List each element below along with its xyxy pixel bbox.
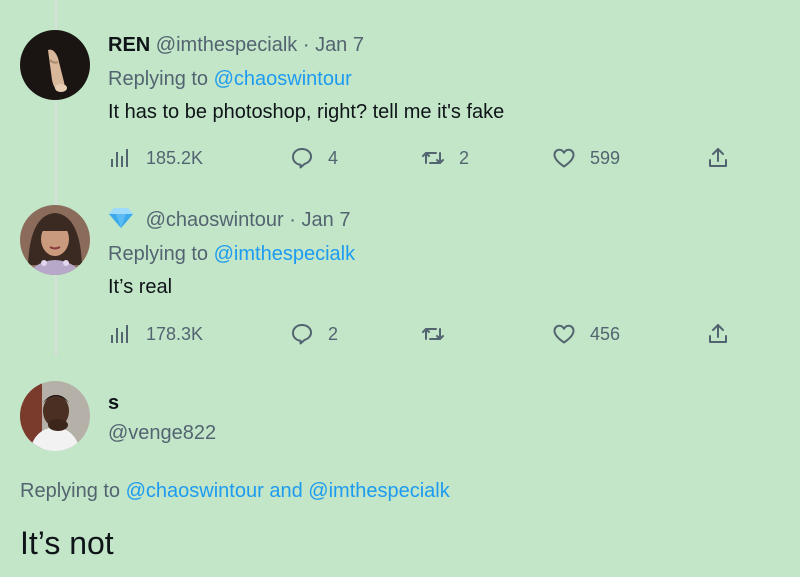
replying-to-label: Replying to bbox=[108, 68, 209, 90]
user-handle[interactable]: @imthespecialk bbox=[156, 34, 297, 56]
replying-to-link-2[interactable]: @imthespecialk bbox=[308, 480, 449, 502]
replying-to-line: Replying to @chaoswintour bbox=[108, 66, 770, 92]
retweet-button[interactable]: 2 bbox=[421, 143, 469, 173]
share-button[interactable] bbox=[706, 319, 730, 349]
retweet-icon bbox=[422, 328, 444, 340]
replying-to-and[interactable]: and bbox=[269, 480, 302, 502]
retweet-button[interactable] bbox=[421, 319, 459, 349]
tweet-text: It’s not bbox=[20, 525, 114, 561]
retweets-count: 2 bbox=[459, 147, 470, 168]
views-button[interactable]: 185.2K bbox=[108, 143, 203, 173]
replying-to-label: Replying to bbox=[108, 243, 209, 265]
avatar-ren[interactable] bbox=[20, 30, 90, 100]
like-button[interactable]: 456 bbox=[552, 319, 620, 349]
reply-icon bbox=[292, 324, 312, 345]
separator-dot: · bbox=[302, 34, 310, 56]
heart-icon bbox=[553, 324, 575, 344]
views-button[interactable]: 178.3K bbox=[108, 319, 203, 349]
reply-icon bbox=[292, 148, 312, 169]
display-name[interactable]: REN bbox=[108, 34, 150, 56]
tweet-text: It has to be photoshop, right? tell me i… bbox=[108, 101, 505, 123]
replying-to-line: Replying to @imthespecialk bbox=[108, 241, 770, 267]
views-count: 185.2K bbox=[146, 147, 204, 168]
tweet-actions: 178.3K 2 456 bbox=[108, 319, 738, 349]
tweet-actions: 185.2K 4 2 599 bbox=[108, 143, 738, 173]
user-handle[interactable]: @venge822 bbox=[108, 420, 770, 446]
replying-to-label: Replying to bbox=[20, 480, 121, 502]
retweet-icon bbox=[422, 152, 444, 164]
diamond-emoji-icon bbox=[109, 208, 133, 228]
user-handle[interactable]: @chaoswintour bbox=[146, 209, 284, 231]
replying-to-line: Replying to @chaoswintour and @imthespec… bbox=[20, 478, 450, 504]
replies-count: 2 bbox=[328, 323, 339, 344]
analytics-icon bbox=[111, 149, 128, 167]
tweet-header: @chaoswintour · Jan 7 bbox=[108, 207, 770, 233]
tweet-header: REN @imthespecialk · Jan 7 bbox=[108, 32, 770, 58]
replies-count: 4 bbox=[328, 147, 339, 168]
analytics-icon bbox=[111, 325, 128, 343]
reply-button[interactable]: 2 bbox=[290, 319, 338, 349]
heart-icon bbox=[553, 148, 575, 168]
share-icon bbox=[709, 324, 727, 343]
replying-to-link[interactable]: @chaoswintour bbox=[214, 68, 352, 90]
like-button[interactable]: 599 bbox=[552, 143, 620, 173]
avatar-venge822[interactable] bbox=[20, 381, 90, 451]
tweet-text: It’s real bbox=[108, 276, 173, 298]
reply-button[interactable]: 4 bbox=[290, 143, 338, 173]
tweet-date[interactable]: Jan 7 bbox=[315, 34, 364, 56]
avatar-chaoswintour[interactable] bbox=[20, 205, 90, 275]
likes-count: 599 bbox=[590, 147, 621, 168]
share-icon bbox=[709, 148, 727, 167]
share-button[interactable] bbox=[706, 143, 730, 173]
replying-to-link-1[interactable]: @chaoswintour bbox=[126, 480, 264, 502]
display-name[interactable]: s bbox=[108, 390, 770, 416]
tweet-date[interactable]: Jan 7 bbox=[302, 209, 351, 231]
replying-to-link[interactable]: @imthespecialk bbox=[214, 243, 355, 265]
views-count: 178.3K bbox=[146, 323, 204, 344]
likes-count: 456 bbox=[590, 323, 621, 344]
separator-dot: · bbox=[289, 209, 296, 231]
